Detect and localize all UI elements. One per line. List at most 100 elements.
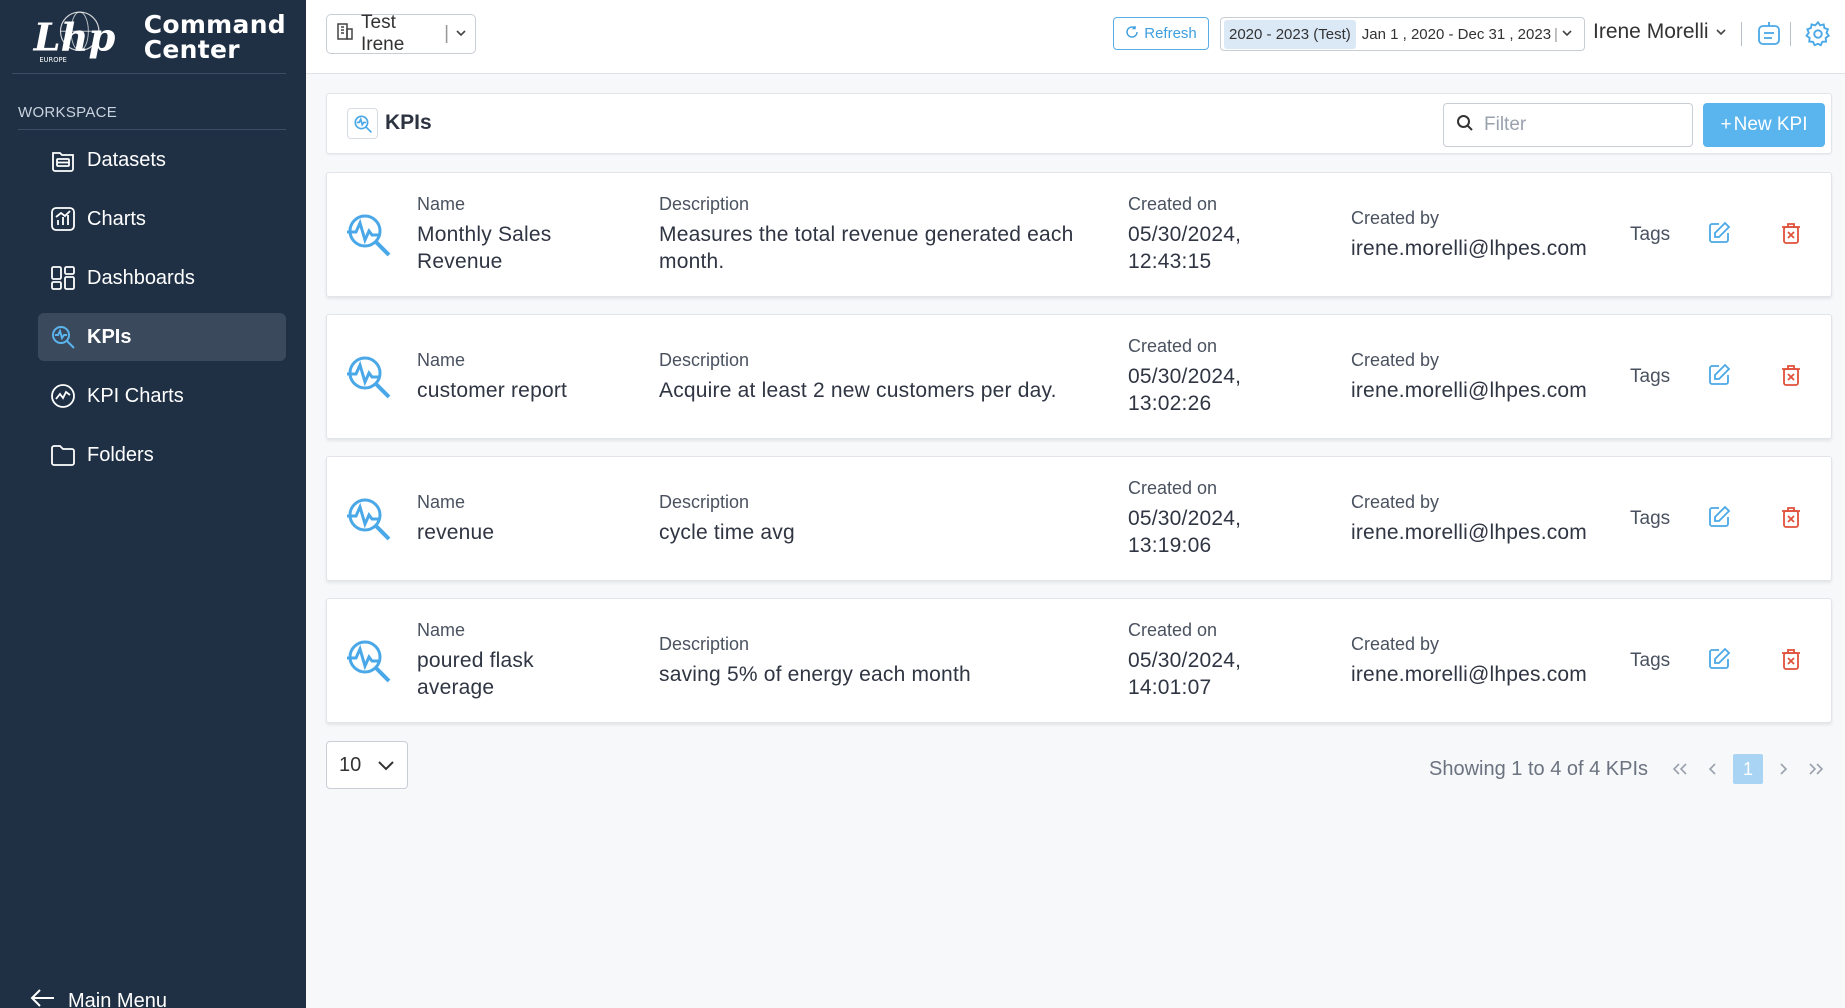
edit-icon[interactable] [1707,363,1731,387]
kpi-created-by: irene.morelli@lhpes.com [1351,662,1587,686]
filter-input[interactable] [1484,114,1664,136]
kpi-name: customer report [417,378,568,402]
kpi-name-cell: Name customer report [417,315,617,438]
kpi-created-on: 05/30/2024, 12:43:15 [1128,223,1242,273]
assistant-icon[interactable] [1756,20,1782,48]
sidebar-item-dashboards[interactable]: Dashboards [38,254,286,302]
workspace-label: WORKSPACE [18,104,286,130]
trash-icon[interactable] [1779,647,1803,671]
kpi-row[interactable]: Name revenue Description cycle time avg … [326,456,1832,581]
trash-icon[interactable] [1779,505,1803,529]
chevron-down-icon [1715,20,1727,44]
sidebar-item-datasets[interactable]: Datasets [38,136,286,184]
gear-icon[interactable] [1804,20,1832,48]
last-page-button[interactable] [1803,754,1829,784]
name-label: Name [417,349,466,370]
trash-icon[interactable] [1779,221,1803,245]
edit-icon[interactable] [1707,221,1731,245]
page-button-current[interactable]: 1 [1733,754,1763,784]
kpi-icon [347,640,391,683]
created-by-label: Created by [1351,207,1440,228]
user-menu[interactable]: Irene Morelli [1593,20,1727,44]
tags-label[interactable]: Tags [1630,599,1670,722]
created-on-label: Created on [1128,478,1218,498]
building-icon [335,21,355,47]
sidebar-item-kpis[interactable]: KPIs [38,313,286,361]
name-label: Name [417,620,466,640]
plus-icon: + [1720,114,1732,135]
range-divider: | [1554,25,1558,43]
description-label: Description [659,194,750,214]
refresh-icon [1125,25,1139,43]
new-kpi-button[interactable]: + New KPI [1703,103,1825,147]
chevron-down-icon [455,23,467,45]
kpi-created-on: 05/30/2024, 14:01:07 [1128,649,1242,699]
kpi-chart-icon [49,382,77,410]
sidebar-item-folders[interactable]: Folders [38,431,286,479]
created-by-label: Created by [1351,633,1440,654]
datasets-icon [49,146,77,174]
chart-icon [49,205,77,233]
page-size-select[interactable]: 10 [326,741,408,789]
trash-icon[interactable] [1779,363,1803,387]
tags-label[interactable]: Tags [1630,173,1670,296]
kpi-description: Acquire at least 2 new customers per day… [659,378,1057,402]
description-label: Description [659,633,750,654]
svg-text:Lhp: Lhp [33,15,116,60]
sidebar-item-label: Datasets [87,148,166,171]
sidebar-item-label: KPIs [87,325,132,348]
created-by-label: Created by [1351,349,1440,370]
edit-icon[interactable] [1707,647,1731,671]
tenant-select[interactable]: Test Irene | [326,12,476,55]
arrow-left-icon [30,988,56,1008]
next-page-button[interactable] [1773,754,1793,784]
brand: Lhp EUROPE Command Center [12,0,286,74]
svg-text:EUROPE: EUROPE [39,55,66,63]
sidebar-item-charts[interactable]: Charts [38,195,286,243]
date-range-select[interactable]: 2020 - 2023 (Test) Jan 1 , 2020 - Dec 31… [1220,17,1585,51]
kpi-created-by: irene.morelli@lhpes.com [1351,520,1587,544]
sidebar-item-kpi-charts[interactable]: KPI Charts [38,372,286,420]
kpi-header: KPIs + New KPI [326,93,1832,154]
first-page-button[interactable] [1667,754,1693,784]
chevron-right-icon [1780,763,1788,775]
filter-box [1443,103,1693,147]
chevron-left-icon [1708,763,1716,775]
created-by-label: Created by [1351,491,1440,512]
tenant-divider: | [444,23,449,44]
lhp-logo: Lhp EUROPE [33,10,116,63]
sidebar-item-label: KPI Charts [87,384,184,407]
chevron-down-icon [1561,26,1573,43]
created-on-label: Created on [1128,620,1218,640]
kpi-created-by: irene.morelli@lhpes.com [1351,378,1587,402]
brand-name: Command Center [144,12,286,62]
refresh-button[interactable]: Refresh [1113,17,1209,50]
kpi-created-on: 05/30/2024, 13:02:26 [1128,365,1242,415]
tags-label[interactable]: Tags [1630,315,1670,438]
tags-label[interactable]: Tags [1630,457,1670,580]
kpi-row[interactable]: Name Monthly Sales Revenue Description M… [326,172,1832,297]
name-label: Name [417,194,466,214]
kpi-name-cell: Name Monthly Sales Revenue [417,173,617,296]
sidebar-item-label: Charts [87,207,146,230]
top-bar: Test Irene | Refresh 2020 - 2023 (Test) … [306,0,1845,74]
top-divider [1741,22,1742,46]
kpi-row[interactable]: Name poured flask average Description sa… [326,598,1832,723]
kpi-icon [347,498,391,541]
created-on-label: Created on [1128,194,1218,214]
brand-line-1: Command [143,9,286,39]
double-chevron-right-icon [1809,763,1824,775]
kpi-description: cycle time avg [659,520,795,544]
kpi-name: revenue [417,520,495,544]
main-menu-link[interactable]: Main Menu [30,988,167,1008]
edit-icon[interactable] [1707,505,1731,529]
kpi-created-by-cell: Created by irene.morelli@lhpes.com [1351,173,1601,296]
refresh-label: Refresh [1144,25,1197,42]
kpi-created-by-cell: Created by irene.morelli@lhpes.com [1351,599,1601,722]
kpi-row[interactable]: Name customer report Description Acquire… [326,314,1832,439]
dashboard-icon [49,264,77,292]
sidebar: Lhp EUROPE Command Center WORKSPACE Data… [0,0,306,1008]
pagination-summary: Showing 1 to 4 of 4 KPIs [1429,758,1649,780]
prev-page-button[interactable] [1703,754,1723,784]
kpi-icon [347,214,391,257]
